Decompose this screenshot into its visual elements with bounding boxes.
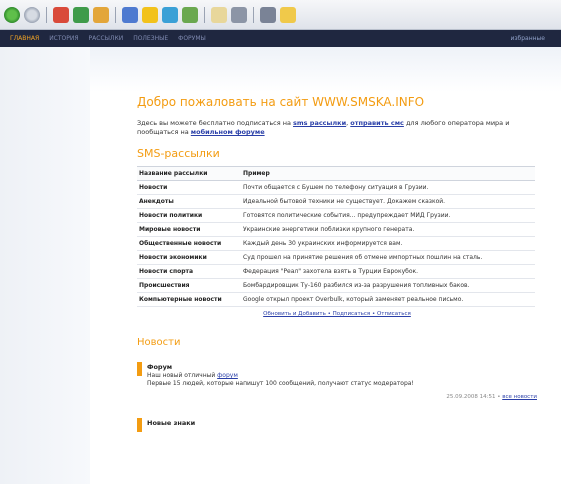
mailing-name[interactable]: Мировые новости [137, 222, 241, 237]
intro-text-start: Здесь вы можете бесплатно подписаться на [137, 119, 294, 127]
stop-icon[interactable] [53, 6, 69, 23]
mailing-name[interactable]: Новости экономики [137, 250, 241, 265]
media-icon[interactable] [162, 6, 178, 23]
mailing-example: Бомбардировщик Ту-160 разбился из-за раз… [241, 278, 535, 293]
mailing-name[interactable]: Общественные новости [137, 236, 241, 251]
news-forum-link[interactable]: форум [217, 372, 238, 379]
section-title-sms: SMS-рассылки [137, 147, 220, 160]
news-item: Новые знаки [137, 418, 537, 432]
table-row: Новости экономики Суд прошел на принятие … [137, 250, 535, 265]
news-text-pre: Наш новый отличный [147, 372, 218, 379]
toolbar-separator [253, 6, 254, 23]
news-text-body: Первые 15 людей, которые напишут 100 соо… [147, 380, 414, 387]
table-header-row: Название рассылки Пример [137, 166, 535, 181]
mailing-example: Google открыл проект Overbulk, который з… [241, 292, 535, 307]
mailing-name[interactable]: Анекдоты [137, 194, 241, 209]
header-banner [90, 47, 561, 92]
intro-text: Здесь вы можете бесплатно подписаться на… [137, 119, 517, 137]
nav-item-favorites[interactable]: избранные [510, 35, 545, 42]
news-marker [137, 418, 142, 432]
mailings-table: Название рассылки Пример Новости Почти об… [137, 166, 535, 307]
mailing-name[interactable]: Новости [137, 180, 241, 195]
toolbar-separator [204, 6, 205, 23]
news-item: Форум Наш новый отличный форум Первые 15… [137, 362, 537, 400]
mailing-example: Почти общается с Бушем по телефону ситуа… [241, 180, 535, 195]
mailing-example: Каждый день 30 украинских информируется … [241, 236, 535, 251]
left-decoration [0, 47, 90, 484]
main-content: Добро пожаловать на сайт WWW.SMSKA.INFO … [137, 95, 537, 434]
forward-icon[interactable] [24, 6, 40, 23]
browser-toolbar [0, 0, 561, 30]
mailing-name[interactable]: Происшествия [137, 278, 241, 293]
table-row: Мировые новости Украинские энергетики поб… [137, 222, 535, 237]
news-title[interactable]: Форум [147, 362, 537, 372]
intro-link-send-sms[interactable]: отправить смс [350, 119, 404, 127]
mailing-example: Украинские энергетики поблизки крупного … [241, 222, 535, 237]
table-row: Происшествия Бомбардировщик Ту-160 разбил… [137, 278, 535, 293]
edit-icon[interactable] [260, 6, 276, 23]
site-navbar: ГЛАВНАЯ ИСТОРИЯ РАССЫЛКИ ПОЛЕЗНЫЕ ФОРУМЫ… [0, 30, 561, 47]
table-row: Новости спорта Федерация "Реал" захотела … [137, 264, 535, 279]
mailing-name[interactable]: Новости спорта [137, 264, 241, 279]
intro-link-sms-mailings[interactable]: sms рассылки [293, 119, 346, 127]
news-meta: 25.09.2008 14:51 • все новости [147, 394, 537, 400]
table-row: Новости Почти общается с Бушем по телефон… [137, 180, 535, 195]
intro-link-forum[interactable]: мобильном форуме [191, 128, 265, 136]
news-title[interactable]: Новые знаки [147, 418, 537, 428]
news-section-title: Новости [137, 337, 181, 348]
all-news-link[interactable]: все новости [502, 394, 537, 400]
table-row: Компьютерные новости Google открыл проект… [137, 292, 535, 307]
print-icon[interactable] [231, 6, 247, 23]
home-icon[interactable] [93, 6, 109, 23]
mailing-example: Готовятся политические события... предуп… [241, 208, 535, 223]
nav-item-history[interactable]: ИСТОРИЯ [49, 35, 78, 42]
nav-item-forums[interactable]: ФОРУМЫ [178, 35, 206, 42]
mailing-name[interactable]: Новости политики [137, 208, 241, 223]
news-marker [137, 362, 142, 376]
table-footer-links[interactable]: Обновить и Добавить • Подписаться • Отпи… [137, 311, 537, 317]
mailing-example: Федерация "Реал" захотела взять в Турции… [241, 264, 535, 279]
refresh-icon[interactable] [73, 6, 89, 23]
mailing-name[interactable]: Компьютерные новости [137, 292, 241, 307]
nav-item-home[interactable]: ГЛАВНАЯ [10, 35, 39, 42]
table-row: Новости политики Готовятся политические с… [137, 208, 535, 223]
table-row: Анекдоты Идеальной бытовой техники не сущ… [137, 194, 535, 209]
folder-icon[interactable] [280, 6, 296, 23]
mailing-example: Суд прошел на принятие решения об отмене… [241, 250, 535, 265]
table-row: Общественные новости Каждый день 30 украи… [137, 236, 535, 251]
search-icon[interactable] [122, 6, 138, 23]
mail-icon[interactable] [211, 6, 227, 23]
history-icon[interactable] [182, 6, 198, 23]
nav-item-mailings[interactable]: РАССЫЛКИ [89, 35, 124, 42]
column-header-name: Название рассылки [137, 166, 241, 181]
toolbar-separator [115, 6, 116, 23]
toolbar-separator [46, 6, 47, 23]
news-text: Наш новый отличный форум Первые 15 людей… [147, 372, 537, 388]
back-icon[interactable] [4, 6, 20, 23]
mailing-example: Идеальной бытовой техники не существует.… [241, 194, 535, 209]
nav-item-useful[interactable]: ПОЛЕЗНЫЕ [133, 35, 168, 42]
column-header-example: Пример [241, 166, 535, 181]
favorites-icon[interactable] [142, 6, 158, 23]
news-date: 25.09.2008 14:51 • [446, 394, 501, 400]
page-title: Добро пожаловать на сайт WWW.SMSKA.INFO [137, 95, 425, 109]
